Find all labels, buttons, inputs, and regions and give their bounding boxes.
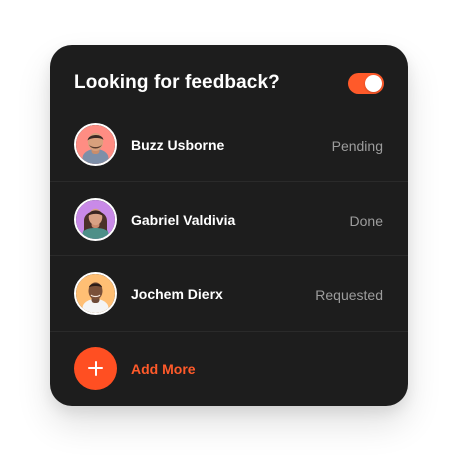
plus-vertical-stroke — [94, 361, 97, 376]
feedback-card: Looking for feedback? Buzz Usborne Pendi… — [50, 45, 408, 406]
people-list: Buzz Usborne Pending Gabriel Valdivia Do… — [50, 107, 408, 329]
avatar — [74, 198, 117, 241]
person-name: Jochem Dierx — [131, 286, 223, 302]
status-text: Requested — [315, 287, 383, 303]
plus-icon — [74, 347, 117, 390]
man-avatar-icon — [76, 125, 115, 164]
feedback-toggle[interactable] — [348, 73, 384, 94]
list-item[interactable]: Gabriel Valdivia Done — [50, 181, 408, 255]
avatar — [74, 272, 117, 315]
page-background: Looking for feedback? Buzz Usborne Pendi… — [0, 0, 458, 461]
page-title: Looking for feedback? — [74, 72, 280, 93]
list-item[interactable]: Jochem Dierx Requested — [50, 255, 408, 329]
list-item[interactable]: Buzz Usborne Pending — [50, 107, 408, 181]
add-more-label: Add More — [131, 361, 196, 377]
man-avatar-icon — [76, 274, 115, 313]
person-name: Buzz Usborne — [131, 137, 225, 153]
toggle-knob — [365, 75, 382, 92]
status-text: Pending — [331, 138, 383, 154]
woman-avatar-icon — [76, 200, 115, 239]
add-more-button[interactable]: Add More — [50, 331, 408, 406]
avatar — [74, 123, 117, 166]
person-name: Gabriel Valdivia — [131, 212, 236, 228]
status-text: Done — [349, 213, 383, 229]
